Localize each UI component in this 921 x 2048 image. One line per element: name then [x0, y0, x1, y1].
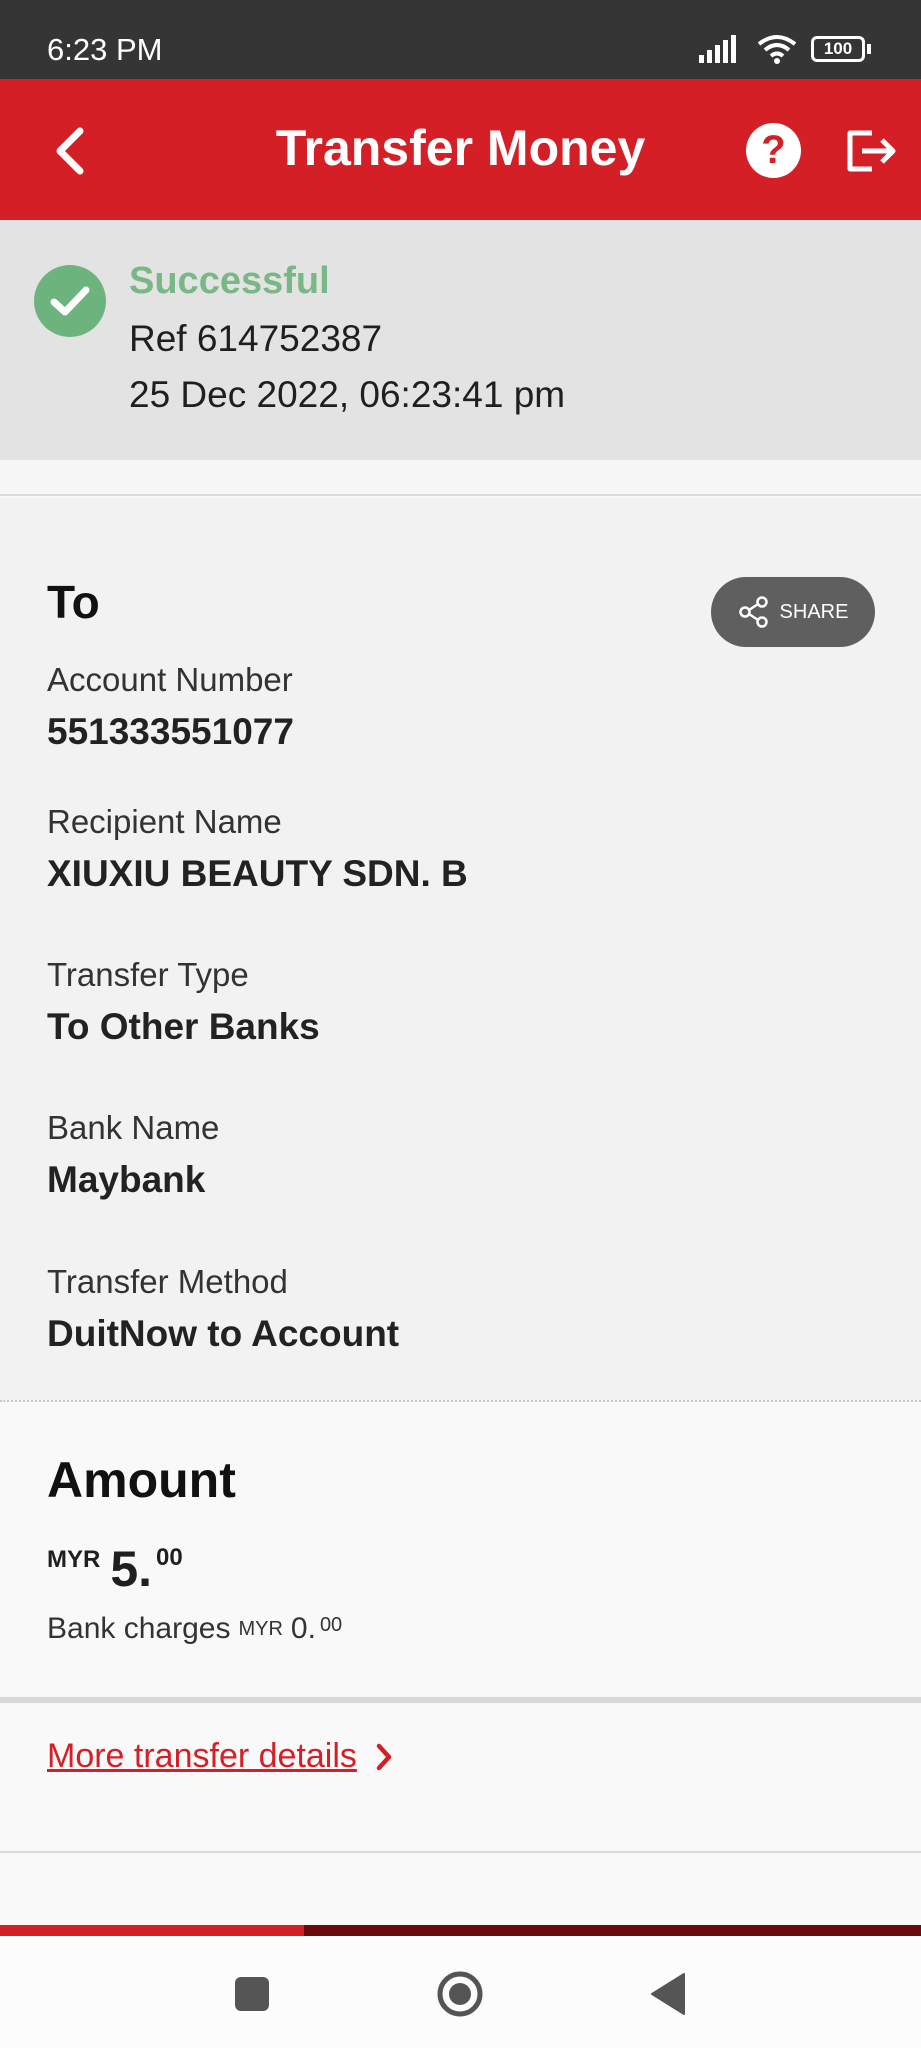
wifi-icon	[757, 35, 797, 64]
reference-number: Ref 614752387	[129, 318, 383, 359]
triangle-back-icon	[651, 1973, 685, 2015]
status-icons: 100	[699, 34, 871, 64]
signal-icon	[699, 35, 736, 63]
logout-button[interactable]	[842, 123, 898, 179]
amount-decimals: 00	[156, 1544, 183, 1571]
home-button[interactable]	[430, 1964, 490, 2024]
check-circle-icon	[34, 265, 106, 337]
recents-button[interactable]	[222, 1964, 282, 2024]
bank-charges-currency: MYR	[238, 1618, 283, 1640]
app-bar: Transfer Money ?	[0, 79, 921, 220]
field-label: Account Number	[47, 661, 293, 698]
field-label: Recipient Name	[47, 803, 282, 840]
divider	[0, 460, 921, 496]
section-title-amount: Amount	[47, 1452, 236, 1508]
bank-charges-integer: 0.	[290, 1612, 316, 1645]
home-circle-icon	[437, 1971, 483, 2017]
share-button[interactable]: SHARE	[711, 577, 875, 647]
status-time: 6:23 PM	[47, 32, 163, 67]
status-title: Successful	[129, 260, 330, 302]
status-bar: 6:23 PM 100	[0, 0, 921, 79]
divider	[0, 1400, 921, 1402]
account-number-value: 551333551077	[47, 711, 294, 752]
bank-charges-label: Bank charges	[47, 1612, 231, 1645]
more-details-area	[0, 1703, 921, 1853]
field-label: Bank Name	[47, 1109, 220, 1146]
help-button[interactable]: ?	[746, 123, 801, 178]
share-icon	[738, 596, 768, 628]
logout-icon	[847, 130, 896, 172]
square-icon	[235, 1977, 269, 2011]
back-nav-button[interactable]	[638, 1964, 698, 2024]
more-transfer-details-link[interactable]: More transfer details	[47, 1737, 393, 1776]
more-details-label: More transfer details	[47, 1737, 357, 1775]
question-mark-icon: ?	[761, 128, 786, 172]
chevron-right-icon	[376, 1743, 392, 1770]
amount-currency: MYR	[47, 1546, 101, 1573]
progress-bar	[0, 1925, 921, 1936]
battery-icon: 100	[811, 36, 871, 62]
transaction-datetime: 25 Dec 2022, 06:23:41 pm	[129, 374, 566, 415]
progress-fill	[0, 1925, 304, 1936]
battery-level: 100	[823, 39, 853, 58]
bank-charges-decimals: 00	[319, 1614, 343, 1636]
share-label: SHARE	[779, 600, 849, 623]
bank-name-value: Maybank	[47, 1159, 206, 1200]
bank-charges: Bank charges MYR 0. 00	[47, 1612, 342, 1646]
system-nav-bar	[0, 1936, 921, 2048]
transfer-type-value: To Other Banks	[47, 1006, 320, 1047]
transfer-method-value: DuitNow to Account	[47, 1313, 400, 1354]
amount-integer: 5.	[110, 1541, 153, 1597]
recipient-name-value: XIUXIU BEAUTY SDN. B	[47, 853, 468, 894]
field-label: Transfer Method	[47, 1263, 288, 1300]
field-label: Transfer Type	[47, 956, 249, 993]
amount-value: MYR 5. 00	[47, 1540, 183, 1598]
section-title-to: To	[47, 576, 100, 628]
